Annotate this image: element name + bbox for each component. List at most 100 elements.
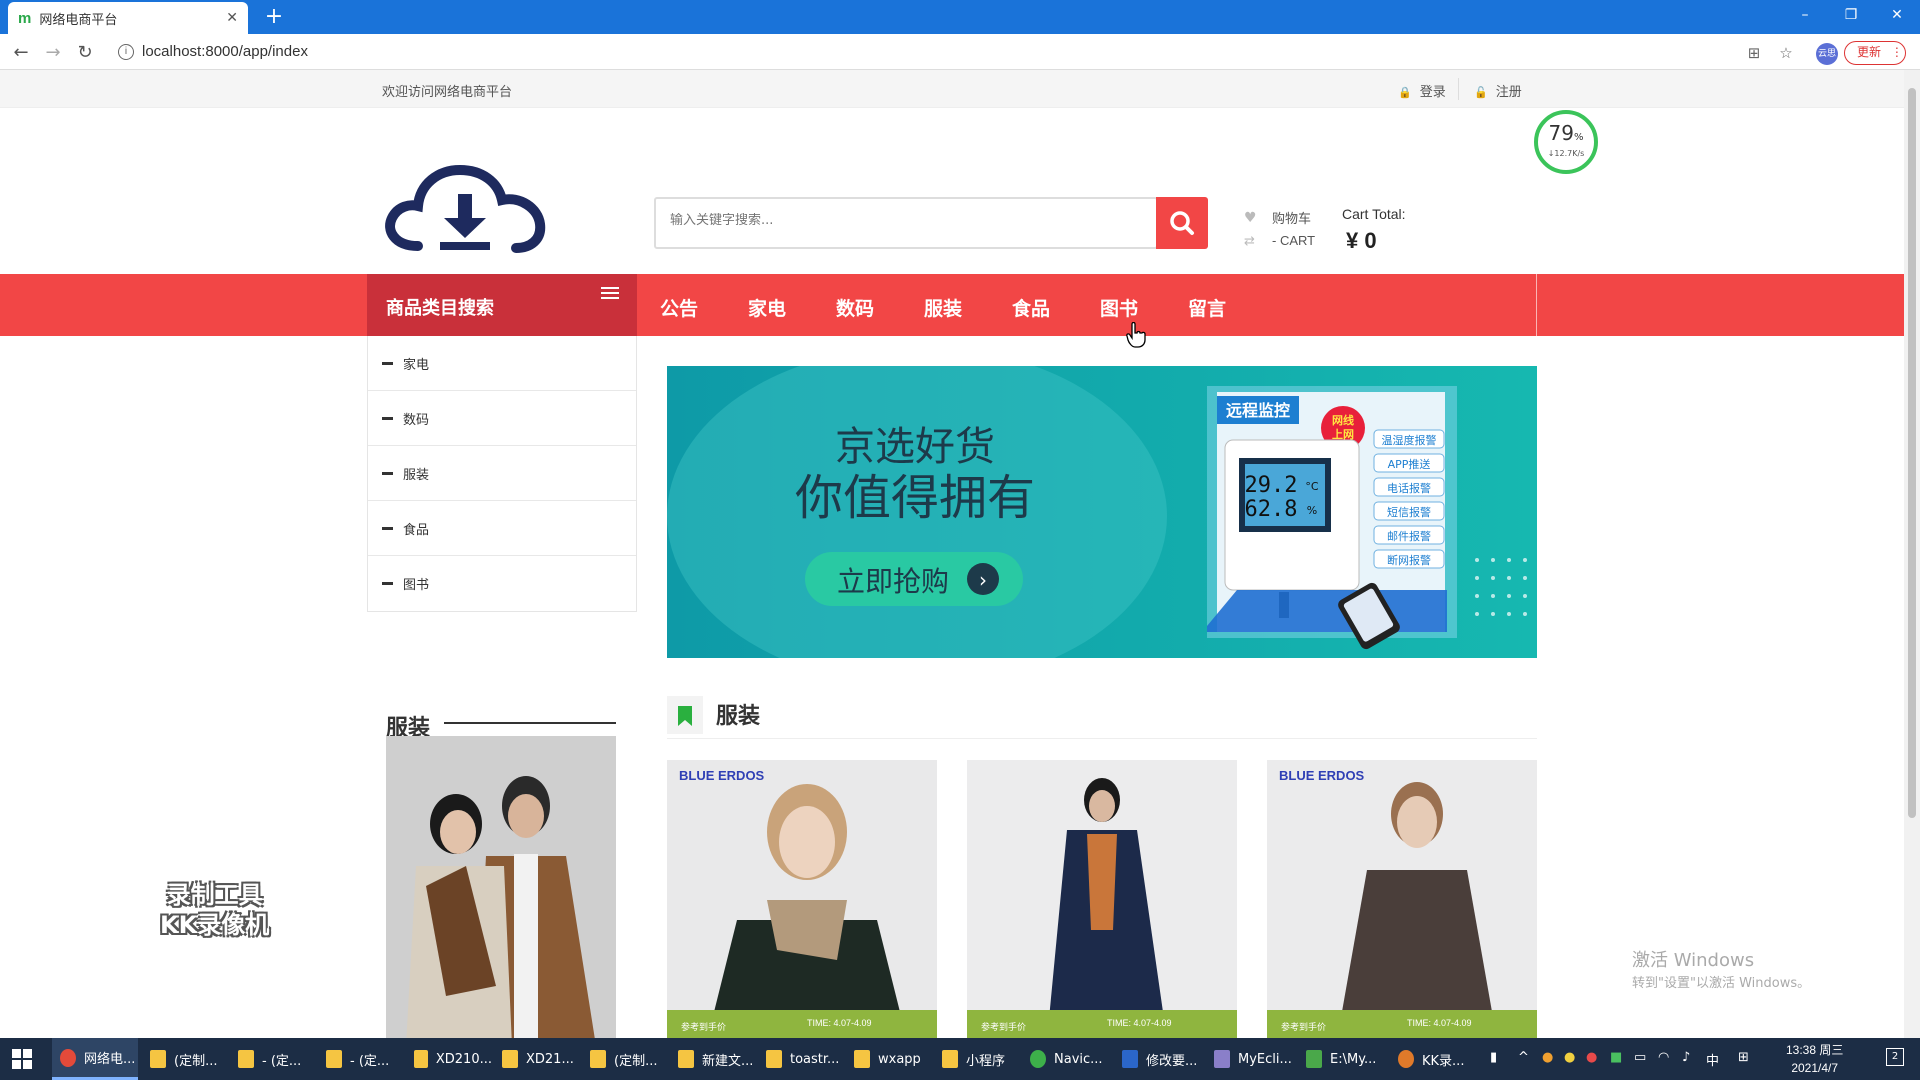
nav-item-clothing[interactable]: 服装 [924, 294, 962, 321]
more-menu-icon[interactable]: ⋮ [1891, 45, 1903, 59]
heart-icon[interactable]: ♥ [1244, 210, 1257, 226]
taskbar-item[interactable]: (定制... [582, 1038, 668, 1080]
menu-icon[interactable] [601, 287, 619, 301]
bookmark-icon [667, 696, 703, 734]
tab-title: 网络电商平台 [39, 12, 118, 28]
reload-icon[interactable]: ↻ [74, 42, 96, 64]
cart-label[interactable]: 购物车 [1272, 208, 1311, 227]
taskbar-item[interactable]: KK录... [1390, 1038, 1480, 1080]
taskbar-item[interactable]: XD21... [494, 1038, 580, 1080]
category-item-clothing[interactable]: 服装 [368, 446, 636, 501]
network-icon[interactable]: ▭ [1634, 1050, 1646, 1065]
volume-icon[interactable]: ♪ [1682, 1050, 1690, 1065]
folder-icon [766, 1050, 782, 1068]
banner-feature: 断网报警 [1387, 553, 1431, 567]
taskbar-item[interactable]: toastr... [758, 1038, 844, 1080]
speed-percent-unit: % [1573, 132, 1584, 143]
cloud-download-logo[interactable] [380, 150, 550, 260]
tray-app-icon[interactable]: ● [1586, 1050, 1597, 1065]
translate-icon[interactable]: ⊞ [1744, 43, 1764, 63]
vertical-scrollbar[interactable] [1904, 70, 1920, 1038]
nav-item-books[interactable]: 图书 [1100, 294, 1138, 321]
category-item-food[interactable]: 食品 [368, 501, 636, 556]
section-title: 服装 [716, 704, 761, 729]
bookmark-star-icon[interactable]: ☆ [1776, 43, 1796, 63]
restore-button[interactable]: ❐ [1828, 0, 1874, 30]
category-item-digital[interactable]: 数码 [368, 391, 636, 446]
login-link[interactable]: 🔒 登录 [1398, 81, 1446, 100]
scrollbar-thumb[interactable] [1908, 88, 1916, 818]
notification-icon[interactable]: 2 [1886, 1048, 1904, 1066]
tray-app-icon[interactable]: ● [1564, 1050, 1575, 1065]
taskbar-item-label: 网络电... [84, 1052, 136, 1067]
product-price-label: 参考到手价 [981, 1021, 1026, 1033]
new-tab-button[interactable]: + [260, 4, 288, 30]
url-field[interactable]: localhost:8000/app/index [142, 43, 308, 60]
cart-label-en[interactable]: - CART [1272, 233, 1315, 248]
battery-icon[interactable]: ▮ [1490, 1050, 1497, 1065]
product-card[interactable]: BLUE ERDOS 参考到手价 TIME: 4.07-4.09 [667, 760, 937, 1038]
swap-icon[interactable]: ⇄ [1244, 234, 1255, 249]
category-header[interactable]: 商品类目搜索 [367, 274, 637, 336]
windows-taskbar: 网络电... (定制... - (定... - (定... XD210... X… [0, 1038, 1920, 1080]
activation-subtitle: 转到"设置"以激活 Windows。 [1632, 976, 1811, 991]
show-hidden-icons-icon[interactable]: ^ [1518, 1050, 1529, 1065]
taskbar-item[interactable]: wxapp [846, 1038, 932, 1080]
windows-start-icon[interactable] [12, 1049, 32, 1069]
taskbar-item[interactable]: - (定... [230, 1038, 316, 1080]
register-link[interactable]: 🔓 注册 [1474, 81, 1522, 100]
taskbar-item[interactable]: E:\My... [1298, 1038, 1388, 1080]
window-close-button[interactable]: ✕ [1874, 0, 1920, 30]
taskbar-item[interactable]: MyEcli... [1206, 1038, 1296, 1080]
taskbar-item[interactable]: 新建文... [670, 1038, 756, 1080]
search-input[interactable] [670, 213, 1130, 228]
taskbar-item-label: 新建文... [702, 1053, 754, 1069]
profile-avatar[interactable]: 云思 [1816, 43, 1838, 65]
folder-icon [942, 1050, 958, 1068]
clock[interactable]: 13:38 周三 2021/4/7 [1786, 1041, 1843, 1077]
taskbar-item[interactable]: Navic... [1022, 1038, 1112, 1080]
banner-headline-2: 你值得拥有 [795, 470, 1035, 526]
browser-tab[interactable]: m 网络电商平台 ✕ [8, 2, 248, 34]
product-card[interactable]: 参考到手价 TIME: 4.07-4.09 [967, 760, 1237, 1038]
product-card[interactable]: BLUE ERDOS 参考到手价 TIME: 4.07-4.09 [1267, 760, 1537, 1038]
tab-close-icon[interactable]: ✕ [226, 10, 238, 26]
nav-item-food[interactable]: 食品 [1012, 294, 1050, 321]
network-speed-widget[interactable]: 79% ↓12.7K/s [1534, 110, 1598, 174]
search-button[interactable] [1156, 197, 1208, 249]
minimize-button[interactable]: – [1782, 0, 1828, 30]
product-time: TIME: 4.07-4.09 [1407, 1018, 1472, 1028]
taskbar-item[interactable]: 网络电... [52, 1038, 138, 1080]
taskbar-item[interactable]: 修改要... [1114, 1038, 1204, 1080]
tray-app-icon[interactable]: ■ [1610, 1050, 1622, 1065]
forward-arrow-icon[interactable]: → [42, 42, 64, 64]
banner-temp-reading: 29.2 [1245, 473, 1298, 498]
nav-item-appliances[interactable]: 家电 [748, 294, 786, 321]
update-button[interactable]: 更新 ⋮ [1844, 41, 1906, 65]
watermark-line: KK录像机 [160, 911, 270, 939]
activation-title: 激活 Windows [1632, 950, 1755, 971]
site-info-icon[interactable]: i [118, 44, 134, 60]
taskbar-item-label: E:\My... [1330, 1051, 1377, 1067]
nav-item-notice[interactable]: 公告 [660, 294, 698, 321]
category-header-label: 商品类目搜索 [386, 298, 494, 319]
ime-indicator[interactable]: 中 [1706, 1050, 1719, 1069]
sidebar-feature-image[interactable] [386, 736, 616, 1038]
tray-app-icon[interactable]: ● [1542, 1050, 1553, 1065]
category-item-books[interactable]: 图书 [368, 556, 636, 611]
wifi-icon[interactable]: ◠ [1658, 1050, 1669, 1065]
nav-item-messages[interactable]: 留言 [1188, 294, 1226, 321]
taskbar-item[interactable]: - (定... [318, 1038, 404, 1080]
back-arrow-icon[interactable]: ← [10, 42, 32, 64]
clock-date: 2021/4/7 [1791, 1061, 1839, 1075]
browser-tab-bar: m 网络电商平台 ✕ + – ❐ ✕ [0, 0, 1920, 34]
keyboard-icon[interactable]: ⊞ [1738, 1050, 1749, 1065]
taskbar-item[interactable]: XD210... [406, 1038, 492, 1080]
promo-banner[interactable]: 京选好货 你值得拥有 立即抢购 › 远程监控 网线 上网 29.2 °C 62.… [667, 366, 1537, 658]
taskbar-item-label: Navic... [1054, 1051, 1103, 1067]
clock-time: 13:38 周三 [1786, 1043, 1844, 1057]
category-item-appliances[interactable]: 家电 [368, 336, 636, 391]
nav-item-digital[interactable]: 数码 [836, 294, 874, 321]
taskbar-item[interactable]: (定制... [142, 1038, 228, 1080]
taskbar-item[interactable]: 小程序 [934, 1038, 1020, 1080]
